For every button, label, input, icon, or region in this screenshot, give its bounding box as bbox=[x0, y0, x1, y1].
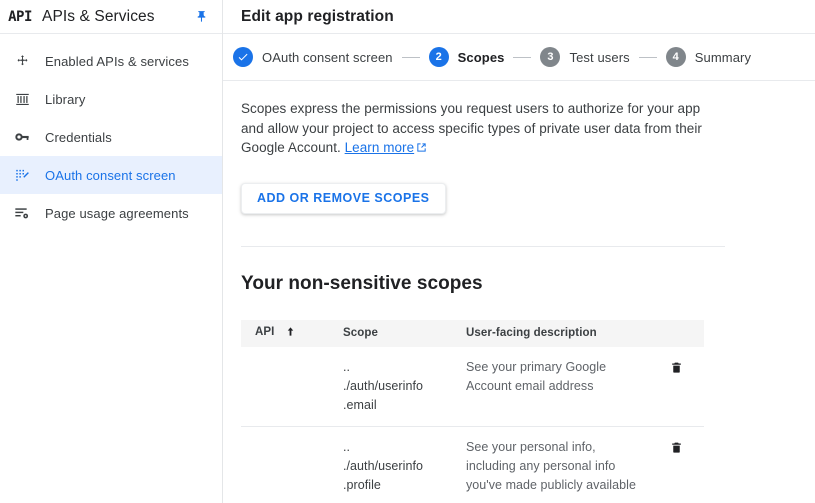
step-label: Scopes bbox=[457, 49, 505, 65]
add-or-remove-scopes-button[interactable]: ADD OR REMOVE SCOPES bbox=[241, 182, 446, 214]
section-title-non-sensitive-scopes: Your non-sensitive scopes bbox=[241, 272, 483, 294]
cell-api bbox=[241, 346, 329, 427]
sidebar-item-label: Credentials bbox=[45, 129, 112, 145]
sidebar: API APIs & Services Enabled APIs & servi… bbox=[0, 0, 223, 503]
button-row: ADD OR REMOVE SCOPES bbox=[241, 182, 815, 214]
step-label: Test users bbox=[569, 49, 630, 65]
scopes-description: Scopes express the permissions you reque… bbox=[241, 99, 707, 159]
step-separator bbox=[401, 56, 420, 58]
step-separator bbox=[513, 56, 532, 58]
sidebar-title: APIs & Services bbox=[42, 7, 155, 25]
cell-api bbox=[241, 426, 329, 503]
key-icon bbox=[8, 129, 36, 145]
cell-scope: .. ./auth/userinfo .profile bbox=[329, 426, 452, 503]
cell-actions bbox=[652, 346, 704, 427]
sidebar-header: API APIs & Services bbox=[0, 0, 222, 34]
table-header: API Scope User-facing description bbox=[241, 319, 704, 347]
cell-actions bbox=[652, 426, 704, 503]
pin-icon[interactable] bbox=[190, 6, 212, 28]
wizard-stepper: OAuth consent screen 2 Scopes 3 Test use… bbox=[223, 34, 815, 81]
sort-ascending-arrow-icon bbox=[285, 326, 296, 340]
column-header-actions bbox=[652, 319, 704, 347]
section-divider bbox=[241, 245, 725, 247]
api-logo-icon: API bbox=[8, 8, 32, 25]
cell-scope: .. ./auth/userinfo .email bbox=[329, 346, 452, 427]
main-content: Edit app registration OAuth consent scre… bbox=[223, 0, 815, 503]
step-marker-4: 4 bbox=[665, 47, 686, 67]
table-row: .. ./auth/userinfo .profile See your per… bbox=[241, 426, 704, 503]
learn-more-link[interactable]: Learn more bbox=[345, 140, 415, 155]
step-marker-check-icon bbox=[233, 47, 253, 67]
sidebar-item-enabled-apis[interactable]: Enabled APIs & services bbox=[0, 42, 222, 80]
sidebar-item-library[interactable]: Library bbox=[0, 80, 222, 118]
oauth-consent-icon bbox=[8, 168, 36, 183]
cell-description: See your personal info, including any pe… bbox=[452, 426, 652, 503]
cell-description: See your primary Google Account email ad… bbox=[452, 346, 652, 427]
sidebar-item-label: Page usage agreements bbox=[45, 205, 189, 221]
sidebar-nav: Enabled APIs & services Library Credenti… bbox=[0, 34, 222, 232]
column-header-api[interactable]: API bbox=[241, 319, 329, 347]
library-icon bbox=[8, 92, 36, 107]
table-row: .. ./auth/userinfo .email See your prima… bbox=[241, 346, 704, 427]
external-link-icon bbox=[416, 139, 427, 159]
trash-icon[interactable] bbox=[666, 358, 686, 378]
step-oauth-consent-screen[interactable]: OAuth consent screen bbox=[233, 47, 393, 67]
scopes-panel: Scopes express the permissions you reque… bbox=[223, 81, 815, 503]
non-sensitive-scopes-table: API Scope User-facing description .. ./a… bbox=[241, 319, 704, 503]
step-summary[interactable]: 4 Summary bbox=[665, 47, 752, 67]
table-header-row: API Scope User-facing description bbox=[241, 319, 704, 347]
app-root: API APIs & Services Enabled APIs & servi… bbox=[0, 0, 815, 503]
sidebar-item-label: Library bbox=[45, 91, 86, 107]
dashboard-icon bbox=[8, 54, 36, 69]
page-usage-icon bbox=[8, 205, 36, 221]
sidebar-item-credentials[interactable]: Credentials bbox=[0, 118, 222, 156]
column-header-scope[interactable]: Scope bbox=[329, 319, 452, 347]
page-title-bar: Edit app registration bbox=[223, 0, 815, 34]
column-header-api-label: API bbox=[255, 326, 275, 338]
sidebar-item-page-usage-agreements[interactable]: Page usage agreements bbox=[0, 194, 222, 232]
step-scopes[interactable]: 2 Scopes bbox=[428, 47, 505, 67]
step-label: Summary bbox=[694, 49, 752, 65]
step-marker-2: 2 bbox=[428, 47, 449, 67]
step-label: OAuth consent screen bbox=[262, 49, 393, 65]
table-body: .. ./auth/userinfo .email See your prima… bbox=[241, 346, 704, 503]
sidebar-item-oauth-consent-screen[interactable]: OAuth consent screen bbox=[0, 156, 222, 194]
column-header-user-facing-description[interactable]: User-facing description bbox=[452, 319, 652, 347]
scopes-description-text: Scopes express the permissions you reque… bbox=[241, 101, 702, 155]
sidebar-item-label: Enabled APIs & services bbox=[45, 53, 189, 69]
page-title: Edit app registration bbox=[241, 7, 394, 25]
step-separator bbox=[638, 56, 657, 58]
step-test-users[interactable]: 3 Test users bbox=[540, 47, 630, 67]
sidebar-item-label: OAuth consent screen bbox=[45, 167, 176, 183]
step-marker-3: 3 bbox=[540, 47, 561, 67]
trash-icon[interactable] bbox=[666, 438, 686, 458]
